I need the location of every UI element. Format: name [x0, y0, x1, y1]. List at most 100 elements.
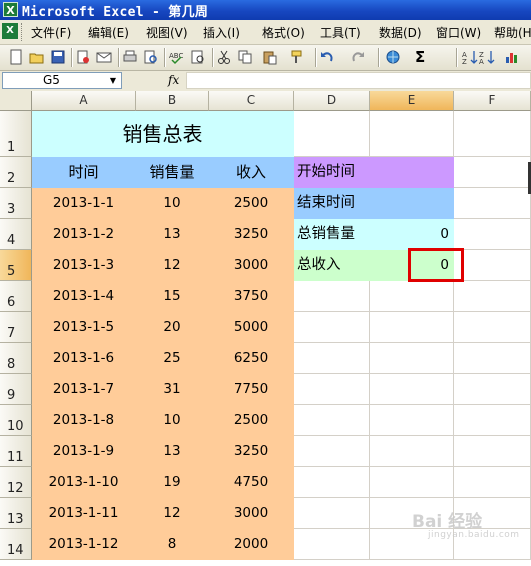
row-header-12[interactable]: 12: [0, 467, 32, 498]
menu-item-0[interactable]: 文件(F): [31, 24, 71, 41]
income-cell[interactable]: 2000: [209, 529, 294, 560]
qty-cell[interactable]: 13: [136, 436, 209, 467]
cell-E1[interactable]: [370, 111, 454, 157]
qty-cell[interactable]: 19: [136, 467, 209, 498]
income-cell[interactable]: 3250: [209, 436, 294, 467]
menu-item-1[interactable]: 编辑(E): [88, 24, 129, 41]
cell-D6[interactable]: [294, 281, 370, 312]
cell-E8[interactable]: [370, 343, 454, 374]
menu-item-5[interactable]: 工具(T): [320, 24, 361, 41]
undo-icon[interactable]: [319, 49, 335, 65]
cell-E10[interactable]: [370, 405, 454, 436]
menu-item-7[interactable]: 窗口(W): [436, 24, 481, 41]
redo-icon[interactable]: [350, 49, 366, 65]
date-cell[interactable]: 2013-1-7: [32, 374, 136, 405]
income-cell[interactable]: 3000: [209, 250, 294, 281]
header-cell[interactable]: 收入: [209, 157, 294, 188]
column-header-B[interactable]: B: [136, 91, 209, 111]
date-cell[interactable]: 2013-1-12: [32, 529, 136, 560]
column-header-E[interactable]: E: [370, 91, 454, 111]
new-icon[interactable]: [8, 49, 24, 65]
qty-cell[interactable]: 12: [136, 498, 209, 529]
cell-E7[interactable]: [370, 312, 454, 343]
column-header-C[interactable]: C: [209, 91, 294, 111]
open-icon[interactable]: [29, 49, 45, 65]
autosum-icon[interactable]: Σ: [415, 49, 439, 65]
cell-D11[interactable]: [294, 436, 370, 467]
sort-ascending-icon[interactable]: AZ: [462, 49, 478, 65]
cell-D13[interactable]: [294, 498, 370, 529]
cut-icon[interactable]: [216, 49, 232, 65]
date-cell[interactable]: 2013-1-6: [32, 343, 136, 374]
hyperlink-icon[interactable]: [385, 49, 401, 65]
name-box-dropdown-icon[interactable]: ▼: [106, 73, 120, 88]
income-cell[interactable]: 2500: [209, 405, 294, 436]
row-header-7[interactable]: 7: [0, 312, 32, 343]
qty-cell[interactable]: 31: [136, 374, 209, 405]
cell-F9[interactable]: [454, 374, 531, 405]
row-header-5[interactable]: 5: [0, 250, 32, 281]
cell-F10[interactable]: [454, 405, 531, 436]
income-cell[interactable]: 2500: [209, 188, 294, 219]
cell-F4[interactable]: [454, 219, 531, 250]
insert-function-button[interactable]: fx: [168, 73, 179, 87]
menu-item-3[interactable]: 插入(I): [203, 24, 240, 41]
cell-F2[interactable]: [454, 157, 531, 188]
menu-item-2[interactable]: 视图(V): [146, 24, 188, 41]
column-header-D[interactable]: D: [294, 91, 370, 111]
menu-item-8[interactable]: 帮助(H): [494, 24, 531, 41]
income-cell[interactable]: 3250: [209, 219, 294, 250]
cell-E12[interactable]: [370, 467, 454, 498]
date-cell[interactable]: 2013-1-10: [32, 467, 136, 498]
end-time-label[interactable]: 结束时间: [294, 188, 454, 219]
date-cell[interactable]: 2013-1-1: [32, 188, 136, 219]
row-header-6[interactable]: 6: [0, 281, 32, 312]
income-cell[interactable]: 6250: [209, 343, 294, 374]
cell-F3[interactable]: [454, 188, 531, 219]
row-header-2[interactable]: 2: [0, 157, 32, 188]
total-qty-label[interactable]: 总销售量: [294, 219, 370, 250]
qty-cell[interactable]: 10: [136, 188, 209, 219]
date-cell[interactable]: 2013-1-4: [32, 281, 136, 312]
qty-cell[interactable]: 10: [136, 405, 209, 436]
sort-descending-icon[interactable]: ZA: [479, 49, 495, 65]
column-header-A[interactable]: A: [32, 91, 136, 111]
date-cell[interactable]: 2013-1-8: [32, 405, 136, 436]
cell-E6[interactable]: [370, 281, 454, 312]
cell-D12[interactable]: [294, 467, 370, 498]
save-icon[interactable]: [50, 49, 66, 65]
qty-cell[interactable]: 13: [136, 219, 209, 250]
workbook-icon[interactable]: X: [2, 23, 18, 39]
row-header-10[interactable]: 10: [0, 405, 32, 436]
cell-F8[interactable]: [454, 343, 531, 374]
cell-D7[interactable]: [294, 312, 370, 343]
date-cell[interactable]: 2013-1-11: [32, 498, 136, 529]
select-all-corner[interactable]: [0, 91, 32, 111]
cell-D1[interactable]: [294, 111, 370, 157]
income-cell[interactable]: 5000: [209, 312, 294, 343]
menu-item-4[interactable]: 格式(O): [262, 24, 305, 41]
qty-cell[interactable]: 15: [136, 281, 209, 312]
row-header-3[interactable]: 3: [0, 188, 32, 219]
row-header-8[interactable]: 8: [0, 343, 32, 374]
sheet-title-cell[interactable]: 销售总表: [32, 111, 294, 157]
cell-F6[interactable]: [454, 281, 531, 312]
cell-F7[interactable]: [454, 312, 531, 343]
date-cell[interactable]: 2013-1-5: [32, 312, 136, 343]
qty-cell[interactable]: 25: [136, 343, 209, 374]
cell-E11[interactable]: [370, 436, 454, 467]
qty-cell[interactable]: 12: [136, 250, 209, 281]
print-preview-icon[interactable]: [143, 49, 159, 65]
total-income-label[interactable]: 总收入: [294, 250, 370, 281]
permission-icon[interactable]: [75, 49, 91, 65]
email-icon[interactable]: [96, 49, 112, 65]
qty-cell[interactable]: 8: [136, 529, 209, 560]
date-cell[interactable]: 2013-1-3: [32, 250, 136, 281]
cell-F12[interactable]: [454, 467, 531, 498]
row-header-4[interactable]: 4: [0, 219, 32, 250]
header-cell[interactable]: 销售量: [136, 157, 209, 188]
formula-input[interactable]: [186, 72, 531, 89]
cell-F11[interactable]: [454, 436, 531, 467]
research-icon[interactable]: [190, 49, 206, 65]
income-cell[interactable]: 3000: [209, 498, 294, 529]
